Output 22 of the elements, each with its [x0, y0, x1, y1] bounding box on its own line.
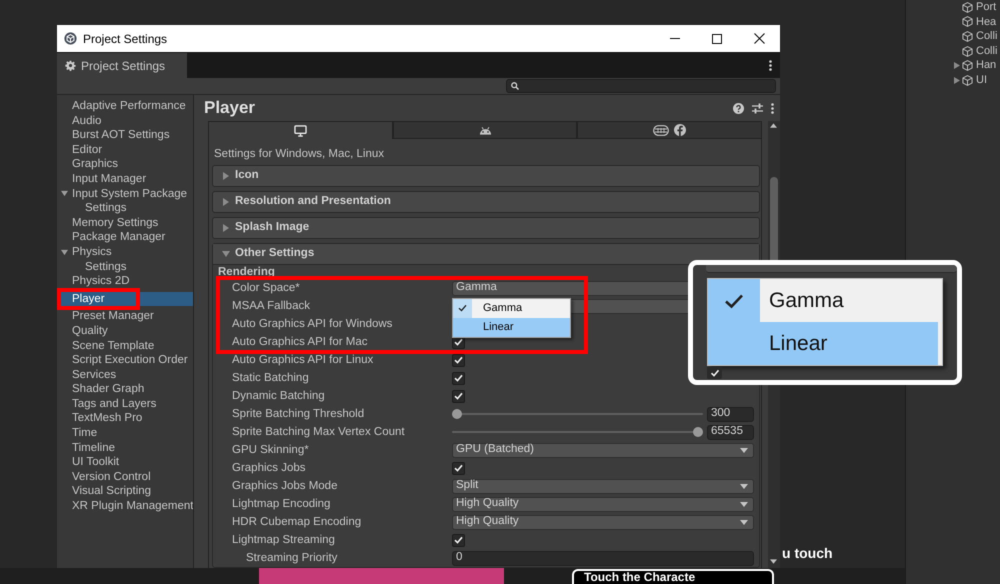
property-label: Auto Graphics API for Linux: [232, 353, 374, 368]
property-label: Color Space*: [232, 281, 300, 296]
property-label: GPU Skinning*: [232, 443, 309, 458]
property-label: Sprite Batching Max Vertex Count: [232, 425, 405, 440]
property-label: Dynamic Batching: [232, 389, 325, 404]
property-label: Graphics Jobs Mode: [232, 479, 338, 494]
prompt-banner: Touch the Characte: [572, 569, 774, 584]
property-label: Static Batching: [232, 371, 309, 386]
property-label: Graphics Jobs: [232, 461, 306, 476]
property-label: Lightmap Encoding: [232, 497, 330, 512]
group-label: Rendering: [218, 265, 275, 279]
property-label: Auto Graphics API for Windows: [232, 317, 392, 332]
property-label: Lightmap Streaming: [232, 533, 335, 548]
caption-text: u touch: [782, 545, 833, 562]
window-title: Project Settings: [83, 30, 168, 48]
property-label: Sprite Batching Threshold: [232, 407, 364, 422]
property-label: MSAA Fallback: [232, 299, 310, 314]
page-title: Player: [204, 98, 256, 118]
property-label: Streaming Priority: [246, 551, 338, 566]
property-label: HDR Cubemap Encoding: [232, 515, 362, 530]
platform-caption: Settings for Windows, Mac, Linux: [214, 147, 384, 162]
property-label: Auto Graphics API for Mac: [232, 335, 368, 350]
